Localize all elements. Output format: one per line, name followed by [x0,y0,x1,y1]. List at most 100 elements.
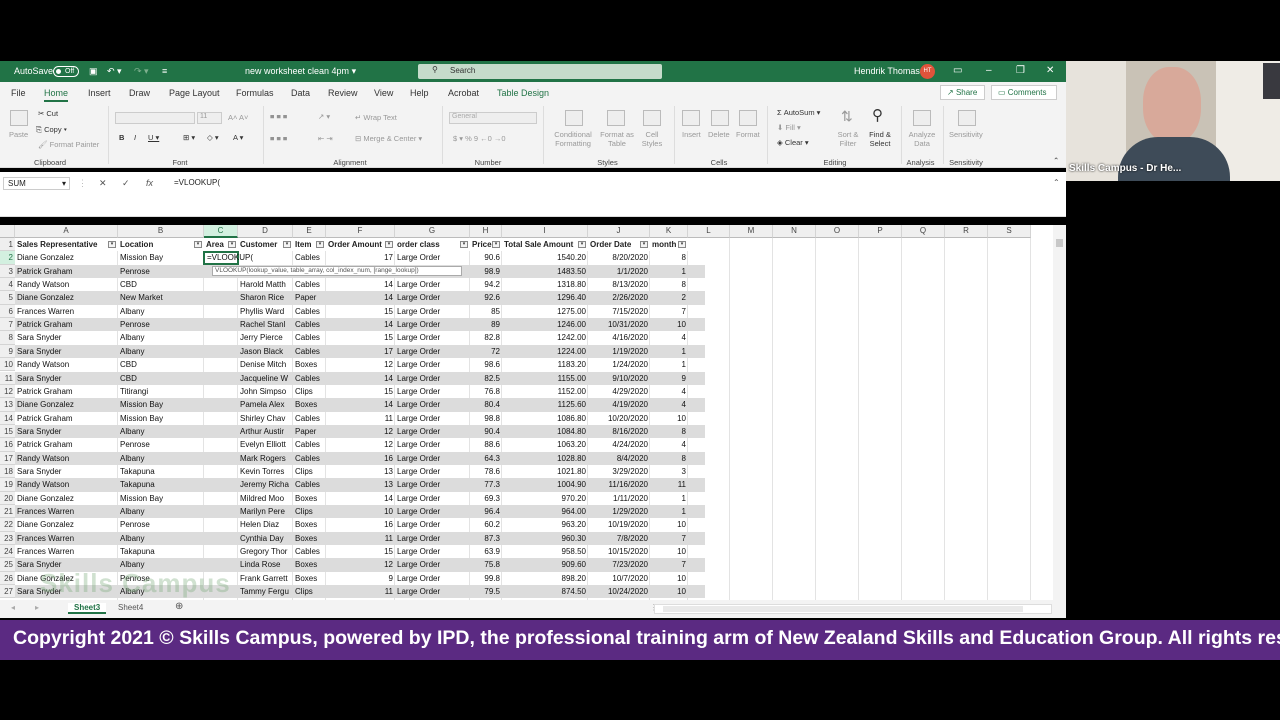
table-cell[interactable]: 10 [326,505,395,518]
table-cell[interactable]: Cables [293,331,326,344]
table-cell[interactable]: 10/24/2020 [588,585,650,598]
font-size-select[interactable]: 11 [197,112,222,124]
table-cell[interactable]: 1 [650,265,688,278]
number-format-icons[interactable]: $ ▾ % 9 ←0 →0 [453,134,506,143]
filter-dropdown-icon[interactable]: ▾ [678,241,686,248]
table-cell[interactable]: Large Order [395,492,470,505]
table-cell[interactable] [204,505,238,518]
table-cell[interactable]: 9 [650,372,688,385]
table-cell[interactable] [204,412,238,425]
row-header[interactable]: 11 [0,371,15,385]
column-header-h[interactable]: H [470,225,502,238]
table-cell[interactable]: Large Order [395,331,470,344]
row-header[interactable]: 10 [0,358,15,372]
table-cell[interactable]: 13 [326,465,395,478]
table-cell[interactable]: 1183.20 [502,358,588,371]
tab-sheet3[interactable]: Sheet3 [68,603,107,614]
font-color-icon[interactable]: A ▾ [233,133,243,142]
table-cell[interactable]: Sharon Rice [238,291,293,304]
table-cell[interactable]: 970.20 [502,492,588,505]
column-header-a[interactable]: A [15,225,118,238]
cancel-icon[interactable]: ✕ [99,178,107,189]
table-cell[interactable]: 60.2 [470,518,502,531]
table-cell[interactable]: 13 [326,478,395,491]
table-cell[interactable]: Large Order [395,425,470,438]
table-cell[interactable]: 960.30 [502,532,588,545]
table-cell[interactable]: Large Order [395,398,470,411]
table-cell[interactable]: Mission Bay [118,398,204,411]
table-cell[interactable]: 99.8 [470,572,502,585]
active-cell[interactable]: =VLOOKUP( [203,251,253,265]
table-cell[interactable]: Boxes [293,492,326,505]
row-header[interactable]: 15 [0,424,15,439]
table-cell[interactable]: Large Order [395,251,470,264]
table-cell[interactable]: 82.5 [470,372,502,385]
filter-dropdown-icon[interactable]: ▾ [283,241,291,248]
table-cell[interactable]: 11 [650,478,688,491]
tab-formulas[interactable]: Formulas [236,88,274,98]
format-painter-button[interactable]: 🖌 Format Painter [38,140,99,149]
table-cell[interactable]: 78.6 [470,465,502,478]
table-cell[interactable]: 4 [650,385,688,398]
table-cell[interactable]: Kevin Torres [238,465,293,478]
row-header[interactable]: 25 [0,558,15,572]
next-sheet-icon[interactable]: ▸ [35,603,39,612]
font-name-select[interactable] [115,112,195,124]
column-header-b[interactable]: B [118,225,204,238]
table-cell[interactable]: 96.4 [470,505,502,518]
table-cell[interactable]: 9/10/2020 [588,372,650,385]
fill-color-icon[interactable]: ◇ ▾ [207,133,219,142]
table-cell[interactable]: 1004.90 [502,478,588,491]
table-cell[interactable]: 1 [650,358,688,371]
filter-dropdown-icon[interactable]: ▾ [108,241,116,248]
table-cell[interactable]: 12 [326,438,395,451]
table-cell[interactable]: CBD [118,372,204,385]
table-cell[interactable]: 77.3 [470,478,502,491]
table-cell[interactable]: 7 [650,305,688,318]
column-title[interactable]: Order Date [588,238,640,251]
table-cell[interactable] [204,398,238,411]
autosave-toggle[interactable]: Off [53,66,79,77]
number-format-select[interactable]: General [449,112,537,124]
table-cell[interactable]: Large Order [395,545,470,558]
column-header-e[interactable]: E [293,225,326,238]
table-cell[interactable]: 14 [326,278,395,291]
table-cell[interactable]: Large Order [395,505,470,518]
table-cell[interactable]: Randy Watson [15,358,118,371]
table-cell[interactable] [204,545,238,558]
table-cell[interactable]: 1246.00 [502,318,588,331]
share-button[interactable]: ↗ Share [940,85,985,100]
table-cell[interactable]: Albany [118,425,204,438]
cell-styles-button[interactable]: Cell Styles [640,130,664,148]
table-cell[interactable] [204,518,238,531]
filter-dropdown-icon[interactable]: ▾ [460,241,468,248]
table-cell[interactable]: 88.6 [470,438,502,451]
table-cell[interactable]: Frances Warren [15,545,118,558]
table-cell[interactable]: 1/29/2020 [588,505,650,518]
row-header[interactable]: 2 [0,251,15,265]
table-cell[interactable]: 958.50 [502,545,588,558]
column-header-d[interactable]: D [238,225,293,238]
table-cell[interactable]: 17 [326,251,395,264]
table-cell[interactable]: 15 [326,545,395,558]
table-cell[interactable]: 69.3 [470,492,502,505]
table-cell[interactable] [204,438,238,451]
table-cell[interactable]: Patrick Graham [15,318,118,331]
table-cell[interactable]: 1 [650,505,688,518]
table-cell[interactable] [204,291,238,304]
table-cell[interactable] [204,318,238,331]
row-header[interactable]: 26 [0,571,15,586]
table-cell[interactable]: Boxes [293,532,326,545]
table-cell[interactable]: 4 [650,331,688,344]
table-cell[interactable] [204,478,238,491]
minimize-icon[interactable]: – [986,65,992,76]
table-cell[interactable]: Jeremy Richa [238,478,293,491]
fill-button[interactable]: ⬇ Fill ▾ [777,123,801,132]
table-cell[interactable]: 12 [326,558,395,571]
table-cell[interactable]: Diane Gonzalez [15,398,118,411]
table-cell[interactable]: 898.20 [502,572,588,585]
filter-dropdown-icon[interactable]: ▾ [492,241,500,248]
user-name[interactable]: Hendrik Thomas [854,66,920,76]
table-cell[interactable]: Shirley Chav [238,412,293,425]
paste-button[interactable]: Paste [9,130,28,139]
